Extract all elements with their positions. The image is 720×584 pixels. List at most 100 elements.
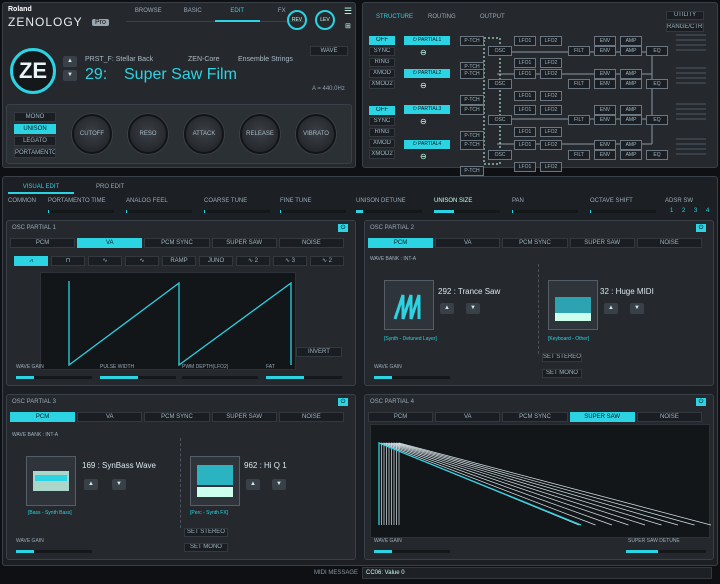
osc1-param-1-slider[interactable] — [100, 376, 176, 379]
amp-block[interactable]: AMP — [620, 79, 642, 89]
link-icon[interactable]: ⊖ — [420, 81, 427, 90]
adsr-switch-3[interactable]: 3 — [694, 208, 697, 214]
amp-block[interactable]: AMP — [620, 140, 642, 150]
tab-output[interactable]: OUTPUT — [480, 14, 505, 20]
env-block[interactable]: ENV — [594, 105, 616, 115]
osc4-tab-pcm-sync[interactable]: PCM SYNC — [502, 412, 568, 422]
pitch-block[interactable]: P-TCH — [460, 36, 484, 46]
ring-sync-button-2[interactable]: SYNC — [369, 117, 395, 126]
lfo1-block[interactable]: LFO1 — [514, 140, 536, 150]
partial-3-switch[interactable]: ⏻ PARTIAL3 — [404, 105, 450, 114]
osc3-tab-pcm[interactable]: PCM — [10, 412, 76, 422]
lfo2-block[interactable]: LFO2 — [540, 69, 562, 79]
env-block[interactable]: ENV — [594, 36, 616, 46]
common-slider[interactable] — [280, 210, 346, 213]
wave-shape-7-button[interactable]: ∿ 3 — [273, 256, 307, 266]
ring-xmod-button-2[interactable]: XMOD — [369, 139, 395, 148]
wave-b-down-button[interactable]: ▼ — [272, 479, 286, 490]
adsr-switch-1[interactable]: 1 — [670, 208, 673, 214]
filter-block[interactable]: FILT — [568, 150, 590, 160]
lfo2-block[interactable]: LFO2 — [540, 105, 562, 115]
ring-ring-button-2[interactable]: RING — [369, 128, 395, 137]
amp-block[interactable]: AMP — [620, 115, 642, 125]
mode-mono-button[interactable]: MONO — [14, 112, 56, 122]
mode-portamento-button[interactable]: PORTAMENTO — [14, 148, 56, 158]
lfo2-block[interactable]: LFO2 — [540, 162, 562, 172]
wave-shape-1-button[interactable]: ⊓ — [51, 256, 85, 266]
wave-a-down-button[interactable]: ▼ — [112, 479, 126, 490]
power-icon[interactable]: ⏻ — [696, 398, 706, 406]
grid-icon[interactable]: ⊞ — [345, 22, 351, 30]
tab-visual-edit[interactable]: VISUAL EDIT — [8, 184, 74, 194]
wave-a-up-button[interactable]: ▲ — [440, 303, 454, 314]
patch-name[interactable]: Super Saw Film — [124, 66, 237, 84]
wave-shape-3-button[interactable]: ∿ — [125, 256, 159, 266]
osc3-tab-va[interactable]: VA — [77, 412, 143, 422]
env-block[interactable]: ENV — [594, 69, 616, 79]
wave-b-thumbnail[interactable] — [190, 456, 240, 506]
pitch-block[interactable]: P-TCH — [460, 95, 484, 105]
filter-block[interactable]: FILT — [568, 46, 590, 56]
common-slider[interactable] — [512, 210, 578, 213]
lfo2-block[interactable]: LFO2 — [540, 127, 562, 137]
lfo1-block[interactable]: LFO1 — [514, 105, 536, 115]
amp-block[interactable]: AMP — [620, 150, 642, 160]
osc4-tab-super-saw[interactable]: SUPER SAW — [569, 412, 635, 422]
wave-b-thumbnail[interactable] — [548, 280, 598, 330]
osc4-gain-slider[interactable] — [374, 550, 450, 553]
lfo2-block[interactable]: LFO2 — [540, 58, 562, 68]
power-icon[interactable]: ⏻ — [338, 398, 348, 406]
osc2-tab-super-saw[interactable]: SUPER SAW — [569, 238, 635, 248]
lfo2-block[interactable]: LFO2 — [540, 91, 562, 101]
lfo1-block[interactable]: LFO1 — [514, 127, 536, 137]
osc2-tab-pcm[interactable]: PCM — [368, 238, 434, 248]
wave-shape-4-button[interactable]: RAMP — [162, 256, 196, 266]
wave-button[interactable]: WAVE — [310, 46, 348, 56]
link-icon[interactable]: ⊖ — [420, 48, 427, 57]
osc3-tab-noise[interactable]: NOISE — [278, 412, 344, 422]
osc2-tab-va[interactable]: VA — [435, 238, 501, 248]
amp-block[interactable]: AMP — [620, 36, 642, 46]
common-slider[interactable] — [204, 210, 270, 213]
osc3-set-mono-button[interactable]: SET MONO — [184, 543, 228, 552]
amp-block[interactable]: AMP — [620, 69, 642, 79]
osc1-tab-va[interactable]: VA — [77, 238, 143, 248]
wave-shape-6-button[interactable]: ∿ 2 — [236, 256, 270, 266]
menu-icon[interactable]: ☰ — [344, 6, 352, 17]
pitch-block[interactable]: P-TCH — [460, 105, 484, 115]
ring-sync-button[interactable]: SYNC — [369, 47, 395, 56]
ring-ring-button[interactable]: RING — [369, 58, 395, 67]
eq-block[interactable]: EQ — [646, 115, 668, 125]
osc1-tab-pcm-sync[interactable]: PCM SYNC — [144, 238, 210, 248]
tab-routing[interactable]: ROUTING — [428, 14, 456, 20]
tab-basic[interactable]: BASIC — [170, 8, 215, 22]
osc1-tab-noise[interactable]: NOISE — [278, 238, 344, 248]
eq-block[interactable]: EQ — [646, 46, 668, 56]
osc3-gain-slider[interactable] — [16, 550, 92, 553]
common-slider[interactable] — [590, 210, 656, 213]
common-slider[interactable] — [126, 210, 192, 213]
env-block[interactable]: ENV — [594, 140, 616, 150]
tab-structure[interactable]: STRUCTURE — [376, 14, 413, 20]
osc4-tab-noise[interactable]: NOISE — [636, 412, 702, 422]
lfo1-block[interactable]: LFO1 — [514, 162, 536, 172]
ring-xmod2-button[interactable]: XMOD2 — [369, 80, 395, 89]
mode-unison-button[interactable]: UNISON — [14, 124, 56, 134]
osc2-tab-pcm-sync[interactable]: PCM SYNC — [502, 238, 568, 248]
lfo2-block[interactable]: LFO2 — [540, 36, 562, 46]
osc1-param-0-slider[interactable] — [16, 376, 92, 379]
osc2-set-stereo-button[interactable]: SET STEREO — [542, 353, 582, 362]
partial-2-switch[interactable]: ⏻ PARTIAL2 — [404, 69, 450, 78]
tab-browse[interactable]: BROWSE — [126, 8, 171, 22]
ring-xmod2-button-2[interactable]: XMOD2 — [369, 150, 395, 159]
wave-b-up-button[interactable]: ▲ — [246, 479, 260, 490]
osc-block[interactable]: OSC — [488, 79, 512, 89]
amp-block[interactable]: AMP — [620, 46, 642, 56]
osc2-tab-noise[interactable]: NOISE — [636, 238, 702, 248]
filter-block[interactable]: FILT — [568, 115, 590, 125]
rev-knob[interactable]: REV — [287, 10, 307, 30]
patch-up-button[interactable]: ▲ — [63, 56, 77, 67]
lev-knob[interactable]: LEV — [315, 10, 335, 30]
invert-button[interactable]: INVERT — [296, 347, 342, 357]
filter-block[interactable]: FILT — [568, 79, 590, 89]
